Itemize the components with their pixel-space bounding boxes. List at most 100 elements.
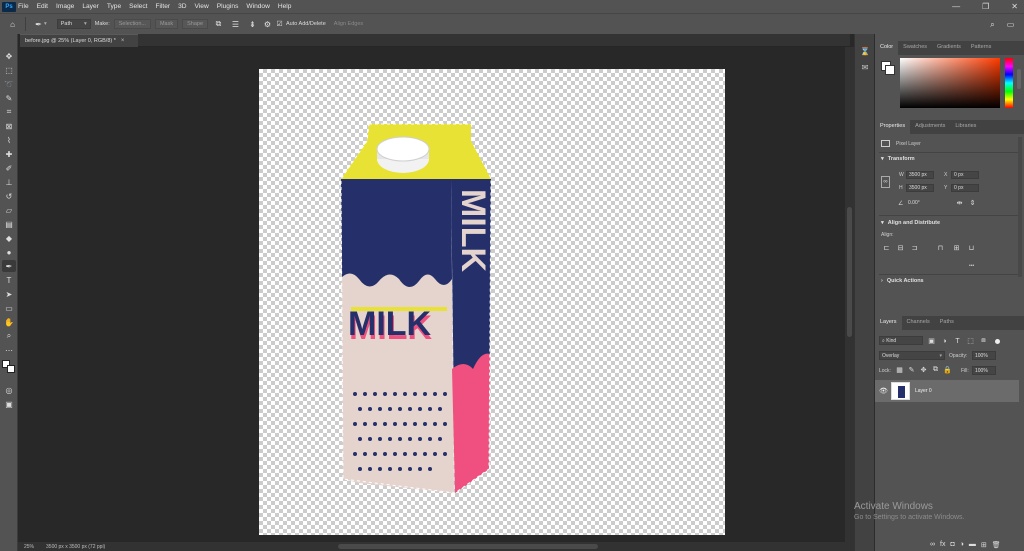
adjustment-layer-icon[interactable]: ◑	[960, 541, 964, 549]
restore-button[interactable]: ❐	[982, 2, 989, 11]
comments-panel-icon[interactable]: ✉	[860, 62, 870, 72]
marquee-tool-icon[interactable]: ⬚	[2, 64, 16, 76]
minimize-button[interactable]: —	[952, 2, 960, 11]
blur-tool-icon[interactable]: ◆	[2, 232, 16, 244]
lock-position-icon[interactable]: ✥	[920, 366, 927, 374]
type-tool-icon[interactable]: T	[2, 274, 16, 286]
tab-adjustments[interactable]: Adjustments	[910, 120, 950, 134]
gear-icon[interactable]: ⚙	[263, 20, 272, 29]
tab-patterns[interactable]: Patterns	[966, 41, 996, 55]
quick-select-tool-icon[interactable]: ✎	[2, 92, 16, 104]
chevron-down-icon[interactable]: ▾	[44, 21, 47, 27]
align-bottom-edges-icon[interactable]: ⊔	[968, 244, 975, 252]
tab-channels[interactable]: Channels	[902, 316, 935, 330]
lock-image-icon[interactable]: ✎	[908, 366, 915, 374]
lock-transparent-icon[interactable]: ▦	[896, 366, 903, 374]
move-tool-icon[interactable]: ✥	[2, 50, 16, 62]
filter-shape-icon[interactable]: ⬚	[967, 337, 974, 345]
hand-tool-icon[interactable]: ✋	[2, 316, 16, 328]
screen-mode-icon[interactable]: ▣	[2, 398, 16, 410]
menu-edit[interactable]: Edit	[37, 3, 48, 10]
menu-image[interactable]: Image	[56, 3, 74, 10]
color-panel-scrollbar[interactable]	[1017, 69, 1021, 89]
path-operations-icon[interactable]: ⧉	[214, 19, 223, 29]
color-spectrum-picker[interactable]	[900, 58, 1000, 108]
fx-icon[interactable]: fx	[940, 541, 945, 549]
crop-tool-icon[interactable]: ⌗	[2, 106, 16, 118]
menu-plugins[interactable]: Plugins	[217, 3, 239, 10]
stamp-tool-icon[interactable]: ⊥	[2, 176, 16, 188]
layer-filter-kind-select[interactable]: ⌕ Kind	[879, 336, 923, 345]
zoom-tool-icon[interactable]: ⌕	[2, 330, 16, 342]
tab-properties[interactable]: Properties	[875, 120, 911, 134]
document-canvas[interactable]: MILK MILK MILK	[259, 69, 725, 535]
align-section-header[interactable]: ▾ Align and Distribute	[881, 220, 940, 226]
healing-brush-tool-icon[interactable]: ✚	[2, 148, 16, 160]
menu-view[interactable]: View	[195, 3, 209, 10]
menu-select[interactable]: Select	[129, 3, 147, 10]
home-icon[interactable]: ⌂	[8, 20, 17, 29]
color-panel-background[interactable]	[885, 65, 895, 75]
more-options-icon[interactable]: •••	[969, 263, 974, 269]
eyedropper-tool-icon[interactable]: ⌇	[2, 134, 16, 146]
menu-filter[interactable]: Filter	[155, 3, 170, 10]
menu-type[interactable]: Type	[107, 3, 121, 10]
new-group-icon[interactable]: ▬	[969, 541, 976, 549]
align-top-edges-icon[interactable]: ⊓	[937, 244, 944, 252]
close-window-button[interactable]: ✕	[1011, 2, 1018, 11]
align-edges-label[interactable]: Align Edges	[334, 21, 363, 27]
tab-gradients[interactable]: Gradients	[932, 41, 966, 55]
background-color-swatch[interactable]	[7, 365, 15, 373]
document-tab[interactable]: before.jpg @ 25% (Layer 0, RGB/8) * ×	[20, 34, 138, 47]
zoom-level[interactable]: 25%	[24, 544, 34, 550]
vertical-scroll-thumb[interactable]	[847, 207, 852, 337]
workspace-icon[interactable]: ▭	[1006, 20, 1015, 29]
lock-all-icon[interactable]: 🔒	[943, 366, 952, 374]
new-layer-icon[interactable]: ⊞	[981, 541, 987, 549]
menu-window[interactable]: Window	[246, 3, 269, 10]
close-tab-icon[interactable]: ×	[121, 38, 125, 44]
pen-tool-icon[interactable]: ✒	[2, 260, 16, 272]
horizontal-scroll-thumb[interactable]	[338, 544, 598, 549]
layer-row[interactable]: 👁 Layer 0	[875, 380, 1019, 402]
filter-adjustment-icon[interactable]: ◑	[941, 337, 948, 345]
path-alignment-icon[interactable]: ☰	[231, 20, 240, 29]
blend-mode-select[interactable]: Overlay ▾	[879, 351, 945, 360]
more-tools-icon[interactable]: ⋯	[2, 344, 16, 356]
lasso-tool-icon[interactable]: ➰	[2, 78, 16, 90]
fill-field[interactable]: 100%	[972, 366, 996, 375]
menu-file[interactable]: File	[18, 3, 29, 10]
path-arrangement-icon[interactable]: ⇟	[248, 20, 257, 29]
hue-slider[interactable]	[1005, 58, 1013, 108]
add-mask-icon[interactable]: ◘	[950, 541, 954, 549]
vertical-scrollbar[interactable]	[845, 47, 854, 542]
document-size-info[interactable]: 3500 px x 3500 px (72 ppi)	[46, 544, 105, 550]
menu-3d[interactable]: 3D	[178, 3, 186, 10]
quick-actions-header[interactable]: › Quick Actions	[881, 278, 924, 284]
angle-field[interactable]: 0.00°	[906, 199, 930, 207]
align-right-edges-icon[interactable]: ⊐	[911, 244, 918, 252]
layer-name[interactable]: Layer 0	[915, 388, 932, 394]
transform-section-header[interactable]: ▾ Transform	[881, 156, 915, 162]
make-mask-button[interactable]: Mask	[154, 19, 179, 29]
align-horizontal-centers-icon[interactable]: ⊟	[897, 244, 904, 252]
flip-vertical-icon[interactable]: ⇕	[969, 199, 976, 207]
path-select-tool-icon[interactable]: ➤	[2, 288, 16, 300]
rectangle-tool-icon[interactable]: ▭	[2, 302, 16, 314]
menu-help[interactable]: Help	[278, 3, 292, 10]
height-field[interactable]: 3500 px	[906, 184, 934, 192]
opacity-field[interactable]: 100%	[972, 351, 996, 360]
properties-scrollbar[interactable]	[1018, 137, 1022, 277]
lock-artboard-icon[interactable]: ⧉	[932, 366, 939, 374]
tab-libraries[interactable]: Libraries	[950, 120, 981, 134]
make-shape-button[interactable]: Shape	[182, 19, 209, 29]
tab-color[interactable]: Color	[875, 41, 899, 55]
history-panel-icon[interactable]: ⌛	[860, 46, 870, 56]
link-icon[interactable]: ∞	[881, 176, 890, 188]
flip-horizontal-icon[interactable]: ⇹	[956, 199, 963, 207]
brush-tool-icon[interactable]: ✐	[2, 162, 16, 174]
frame-tool-icon[interactable]: ⊠	[2, 120, 16, 132]
history-brush-tool-icon[interactable]: ↺	[2, 190, 16, 202]
tab-layers[interactable]: Layers	[875, 316, 902, 330]
eye-icon[interactable]: 👁	[879, 387, 888, 395]
